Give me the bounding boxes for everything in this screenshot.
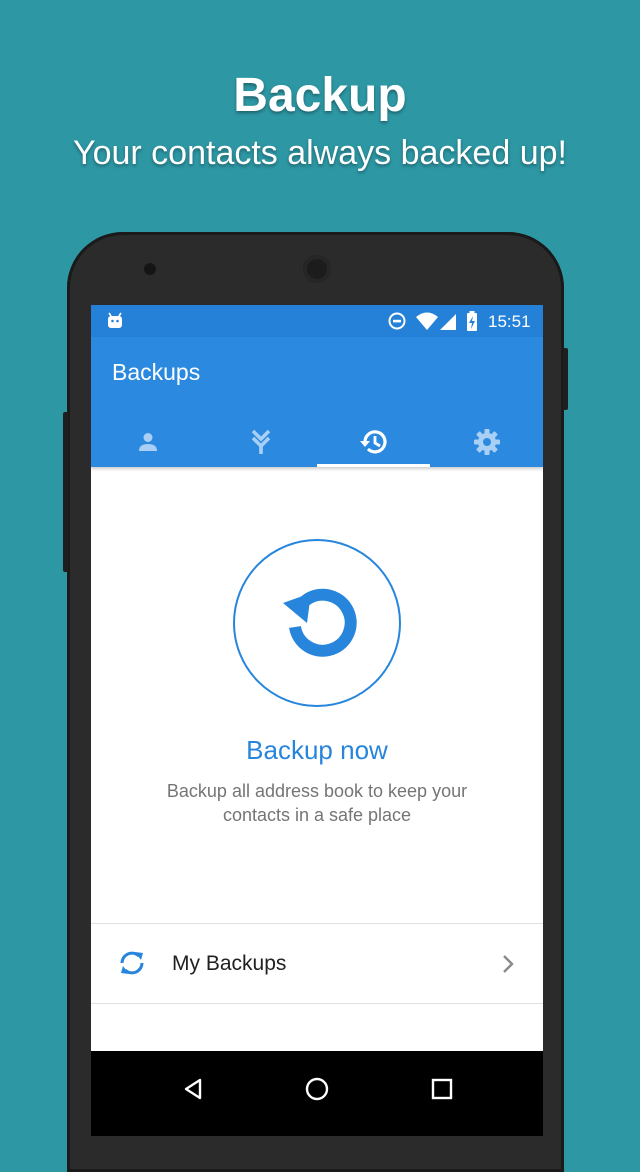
tab-indicator bbox=[317, 464, 430, 467]
promo-title: Backup bbox=[233, 69, 407, 122]
nav-home-button[interactable] bbox=[287, 1069, 347, 1109]
tab-contacts[interactable] bbox=[91, 417, 204, 467]
sync-icon bbox=[120, 951, 144, 975]
history-icon bbox=[359, 430, 387, 454]
tab-backups[interactable] bbox=[317, 417, 430, 467]
front-camera bbox=[144, 263, 156, 275]
tab-merge[interactable] bbox=[204, 417, 317, 467]
phone-screen: 15:51 Backups Backup now Backup all addr… bbox=[91, 305, 543, 1136]
list-item-my-backups[interactable]: My Backups bbox=[91, 924, 543, 1003]
phone-volume-button bbox=[63, 412, 68, 572]
android-icon bbox=[108, 312, 122, 328]
signal-icon bbox=[440, 314, 456, 330]
status-bar: 15:51 bbox=[91, 305, 543, 337]
battery-charging-icon bbox=[467, 311, 477, 331]
navigation-bar bbox=[91, 1051, 543, 1136]
phone-power-button bbox=[563, 348, 568, 410]
phone-earpiece bbox=[303, 255, 331, 283]
backup-now-title[interactable]: Backup now bbox=[91, 735, 543, 766]
restore-icon bbox=[283, 588, 357, 657]
home-icon bbox=[305, 1077, 329, 1101]
backup-now-button[interactable] bbox=[233, 539, 401, 707]
wifi-icon bbox=[416, 312, 438, 330]
app-bar-title: Backups bbox=[112, 359, 201, 385]
tab-settings[interactable] bbox=[430, 417, 543, 467]
backup-description: Backup all address book to keep your con… bbox=[166, 781, 468, 825]
chevron-right-icon bbox=[503, 955, 514, 973]
person-icon bbox=[138, 433, 157, 451]
recents-icon bbox=[431, 1078, 453, 1100]
app-bar: Backups bbox=[91, 337, 543, 467]
back-icon bbox=[184, 1078, 202, 1100]
promo-subtitle: Your contacts always backed up! bbox=[73, 134, 567, 172]
nav-back-button[interactable] bbox=[163, 1069, 223, 1109]
gear-icon bbox=[473, 429, 500, 455]
status-time: 15:51 bbox=[488, 312, 531, 331]
nav-recents-button[interactable] bbox=[412, 1069, 472, 1109]
do-not-disturb-icon bbox=[388, 312, 406, 330]
merge-icon bbox=[251, 429, 270, 454]
divider-bottom bbox=[91, 1003, 543, 1004]
list-item-label: My Backups bbox=[172, 952, 287, 975]
